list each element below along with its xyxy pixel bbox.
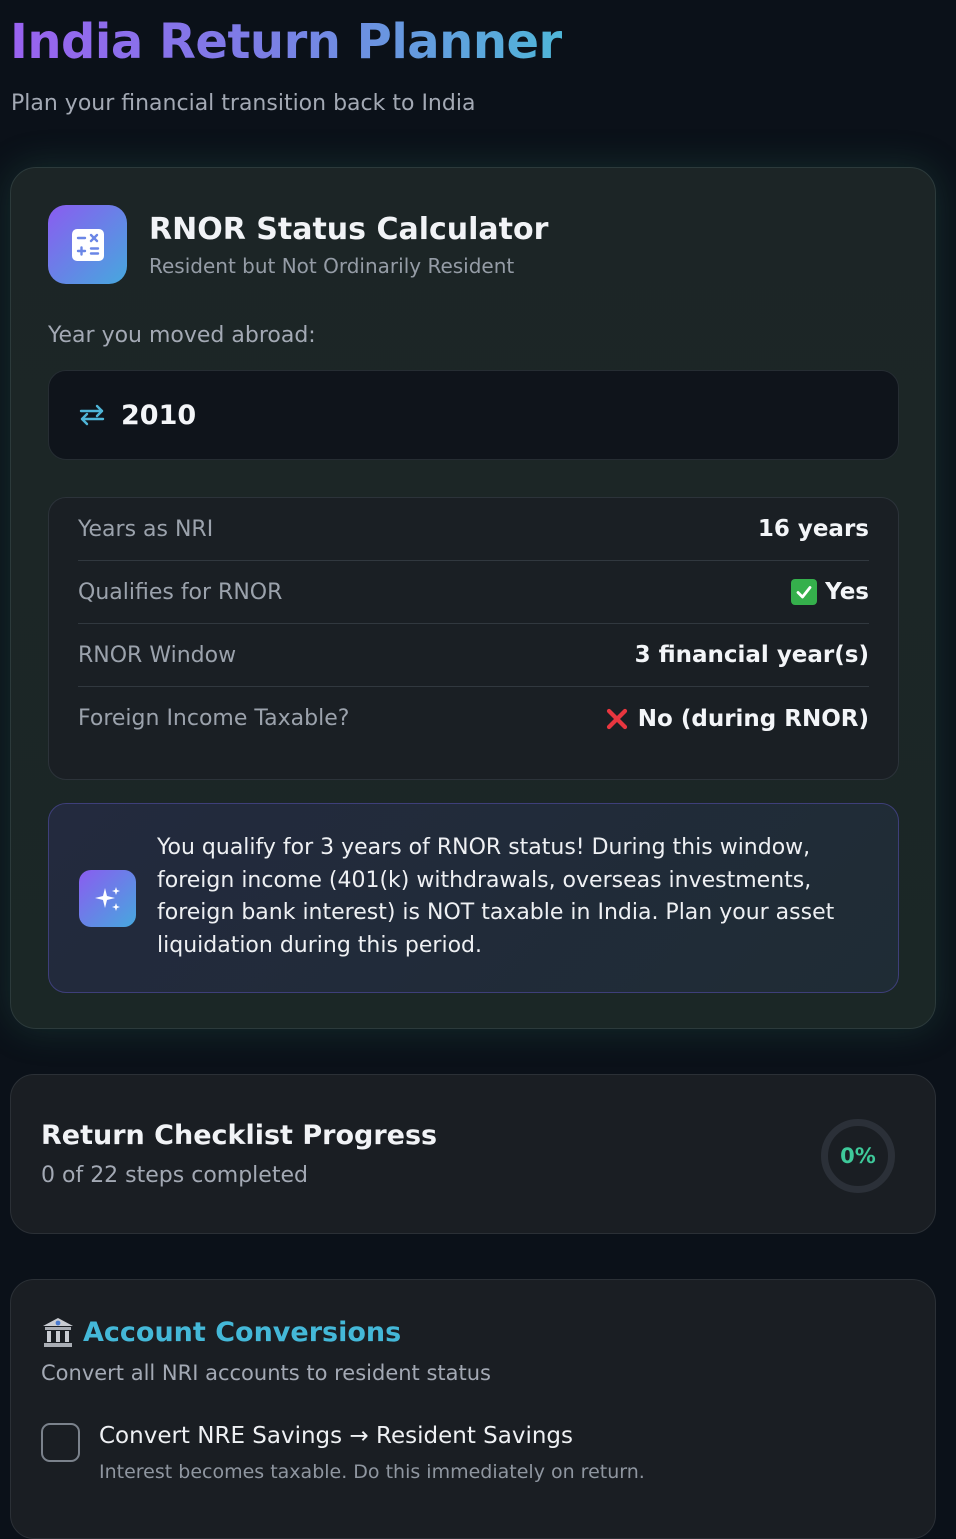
calculator-icon — [48, 205, 127, 284]
rnor-card-title: RNOR Status Calculator — [149, 212, 549, 247]
stat-label: Foreign Income Taxable? — [78, 706, 350, 731]
stat-row-years-nri: Years as NRI 16 years — [78, 498, 869, 561]
checklist-item-checkbox[interactable] — [41, 1423, 80, 1462]
rnor-card-subtitle: Resident but Not Ordinarily Resident — [149, 254, 515, 278]
stat-label: Qualifies for RNOR — [78, 579, 283, 605]
checklist-progress-card: Return Checklist Progress 0 of 22 steps … — [10, 1074, 936, 1234]
swap-arrows-icon — [79, 404, 105, 426]
stat-value: No (during RNOR) — [604, 706, 869, 732]
stat-row-qualifies-rnor: Qualifies for RNOR Yes — [78, 561, 869, 624]
stat-value: 3 financial year(s) — [634, 642, 869, 668]
checklist-item-title: Convert NRE Savings → Resident Savings — [99, 1423, 574, 1449]
account-conversions-subtitle: Convert all NRI accounts to resident sta… — [41, 1361, 491, 1385]
stat-value: 16 years — [757, 516, 869, 542]
progress-percent: 0% — [840, 1144, 876, 1168]
rnor-info-callout: You qualify for 3 years of RNOR status! … — [48, 803, 899, 993]
page-title: India Return Planner — [10, 14, 562, 70]
checklist-item-description: Interest becomes taxable. Do this immedi… — [99, 1461, 645, 1483]
account-conversions-card: Account Conversions Convert all NRI acco… — [10, 1279, 936, 1539]
stat-row-rnor-window: RNOR Window 3 financial year(s) — [78, 624, 869, 687]
bank-icon — [43, 1318, 73, 1347]
progress-title: Return Checklist Progress — [41, 1120, 438, 1151]
sparkles-icon — [79, 870, 136, 927]
rnor-calculator-card: RNOR Status Calculator Resident but Not … — [10, 167, 936, 1029]
cross-mark-icon — [604, 706, 630, 732]
stat-row-foreign-income-taxable: Foreign Income Taxable? No (during RNOR) — [78, 687, 869, 750]
rnor-stats-table: Years as NRI 16 years Qualifies for RNOR… — [48, 497, 899, 780]
year-moved-select[interactable]: 2010 — [48, 370, 899, 460]
rnor-info-text: You qualify for 3 years of RNOR status! … — [157, 835, 835, 958]
page-subtitle: Plan your financial transition back to I… — [11, 91, 476, 116]
stat-label: Years as NRI — [78, 516, 214, 542]
year-moved-value: 2010 — [121, 399, 197, 431]
account-conversions-header: Account Conversions — [41, 1316, 401, 1348]
progress-subtitle: 0 of 22 steps completed — [41, 1163, 308, 1188]
check-mark-icon — [791, 579, 818, 605]
stat-value: Yes — [791, 579, 869, 605]
stat-label: RNOR Window — [78, 642, 237, 668]
account-conversions-title: Account Conversions — [83, 1316, 402, 1348]
progress-ring: 0% — [821, 1119, 895, 1193]
year-moved-label: Year you moved abroad: — [48, 323, 316, 348]
